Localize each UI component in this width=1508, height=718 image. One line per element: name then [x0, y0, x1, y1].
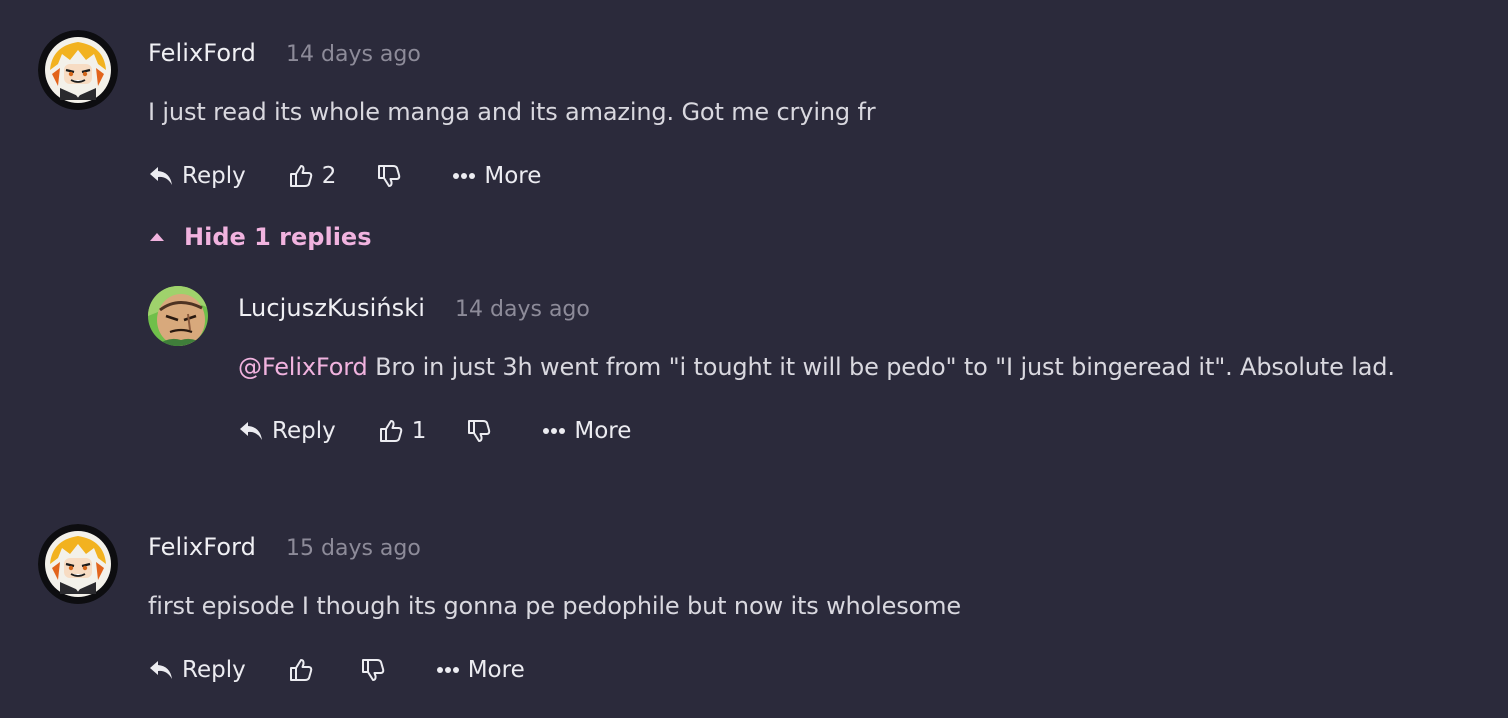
like-button[interactable]: 1 — [378, 418, 427, 444]
thumbs-down-icon — [376, 163, 402, 189]
reply-header: LucjuszKusiński 14 days ago — [238, 294, 590, 322]
reply-button[interactable]: Reply — [148, 657, 246, 683]
thumbs-down-icon — [466, 418, 492, 444]
ellipsis-icon — [542, 427, 566, 435]
comment-username[interactable]: FelixFord — [148, 533, 256, 561]
comment-timestamp: 14 days ago — [286, 42, 421, 67]
reply-label: Reply — [182, 163, 246, 189]
more-button[interactable]: More — [542, 418, 631, 444]
reply-text: @FelixFord Bro in just 3h went from "i t… — [238, 353, 1395, 381]
user-mention-link[interactable]: @FelixFord — [238, 353, 368, 381]
ellipsis-icon — [436, 666, 460, 674]
reply-button[interactable]: Reply — [238, 418, 336, 444]
comment-actions: Reply 2 More — [148, 161, 541, 191]
comment-header: FelixFord 14 days ago — [148, 39, 421, 67]
reply-arrow-icon — [238, 420, 264, 442]
like-button[interactable] — [288, 657, 314, 683]
comment-actions: Reply More — [148, 655, 525, 685]
hide-replies-button[interactable]: Hide 1 replies — [150, 223, 372, 251]
dislike-button[interactable] — [376, 163, 402, 189]
reply-timestamp: 14 days ago — [455, 297, 590, 322]
hide-replies-label: Hide 1 replies — [184, 223, 372, 251]
more-label: More — [484, 163, 542, 189]
user-avatar[interactable] — [38, 30, 118, 110]
reply-arrow-icon — [148, 659, 174, 681]
comment-username[interactable]: FelixFord — [148, 39, 256, 67]
user-avatar[interactable] — [38, 524, 118, 604]
comments-section: FelixFord 14 days ago I just read its wh… — [0, 0, 1508, 718]
ellipsis-icon — [452, 172, 476, 180]
reply-actions: Reply 1 More — [238, 416, 631, 446]
thumbs-up-icon — [288, 657, 314, 683]
comment-header: FelixFord 15 days ago — [148, 533, 421, 561]
thumbs-up-icon — [378, 418, 404, 444]
reply-label: Reply — [272, 418, 336, 444]
comment-timestamp: 15 days ago — [286, 536, 421, 561]
more-button[interactable]: More — [436, 657, 525, 683]
reply-label: Reply — [182, 657, 246, 683]
comment-text: I just read its whole manga and its amaz… — [148, 98, 876, 126]
thumbs-down-icon — [360, 657, 386, 683]
caret-up-icon — [150, 233, 164, 241]
comment-text: first episode I though its gonna pe pedo… — [148, 592, 962, 620]
reply-body: Bro in just 3h went from "i tought it wi… — [367, 353, 1395, 381]
thumbs-up-icon — [288, 163, 314, 189]
like-count: 1 — [411, 418, 427, 444]
like-button[interactable]: 2 — [288, 163, 337, 189]
reply-username[interactable]: LucjuszKusiński — [238, 294, 425, 322]
more-label: More — [574, 418, 632, 444]
dislike-button[interactable] — [466, 418, 492, 444]
reply-arrow-icon — [148, 165, 174, 187]
more-button[interactable]: More — [452, 163, 541, 189]
reply-button[interactable]: Reply — [148, 163, 246, 189]
dislike-button[interactable] — [360, 657, 386, 683]
like-count: 2 — [321, 163, 337, 189]
more-label: More — [467, 657, 525, 683]
user-avatar[interactable] — [148, 286, 208, 346]
